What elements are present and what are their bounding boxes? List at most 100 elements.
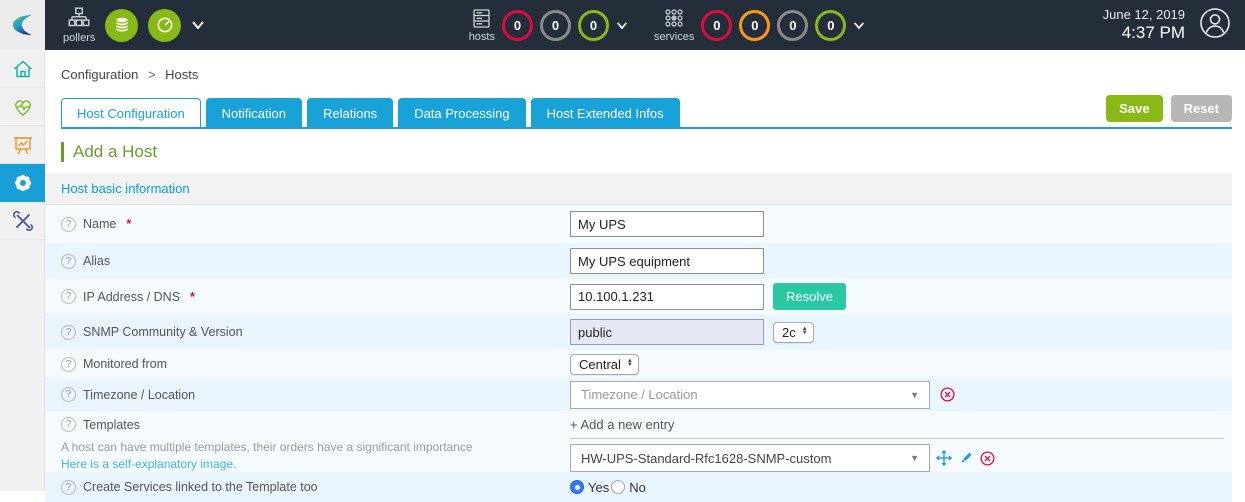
- services-unknown-counter[interactable]: 0: [777, 10, 808, 41]
- hosts-up-counter[interactable]: 0: [578, 10, 609, 41]
- user-icon: [1199, 7, 1231, 39]
- monitored-from-label: Monitored from: [83, 357, 167, 371]
- services-critical-counter[interactable]: 0: [701, 10, 732, 41]
- snmp-version-select[interactable]: 2c ▲▼: [773, 322, 814, 343]
- services-unknown-count: 0: [789, 18, 796, 33]
- main-content: Configuration > Hosts Host Configuration…: [45, 50, 1245, 491]
- required-mark: *: [190, 290, 195, 304]
- poller-chevron-down-icon[interactable]: [191, 20, 205, 30]
- name-input[interactable]: [570, 211, 764, 237]
- help-icon[interactable]: ?: [61, 217, 76, 232]
- centreon-logo[interactable]: [0, 0, 45, 50]
- select-spinner-icon: ▲▼: [627, 360, 633, 367]
- template-select[interactable]: HW-UPS-Standard-Rfc1628-SNMP-custom ▼: [570, 444, 930, 472]
- timezone-clear-icon[interactable]: [939, 386, 956, 403]
- form-row-monitored-from: ? Monitored from Central ▲▼: [45, 350, 1232, 378]
- services-label: services: [654, 31, 694, 43]
- create-services-radio-group: Yes No: [570, 480, 648, 495]
- home-icon: [11, 57, 35, 81]
- hosts-chevron-down-icon[interactable]: [616, 21, 628, 30]
- tab-host-extended-infos[interactable]: Host Extended Infos: [531, 98, 680, 127]
- tab-data-processing[interactable]: Data Processing: [398, 98, 525, 127]
- breadcrumb-configuration[interactable]: Configuration: [61, 67, 138, 82]
- help-icon[interactable]: ?: [61, 417, 76, 432]
- sidebar-item-monitoring[interactable]: [0, 88, 45, 126]
- help-icon[interactable]: ?: [61, 254, 76, 269]
- breadcrumb-separator: >: [148, 67, 156, 82]
- services-warning-counter[interactable]: 0: [739, 10, 770, 41]
- hosts-down-counter[interactable]: 0: [502, 10, 533, 41]
- database-status-button[interactable]: [105, 9, 138, 42]
- hosts-menu[interactable]: hosts: [469, 8, 495, 43]
- sidebar-item-configuration[interactable]: [0, 164, 45, 202]
- help-icon[interactable]: ?: [61, 387, 76, 402]
- current-date: June 12, 2019: [1103, 7, 1185, 22]
- services-ok-counter[interactable]: 0: [815, 10, 846, 41]
- dropdown-arrow-icon: ▼: [910, 390, 919, 400]
- help-icon[interactable]: ?: [61, 480, 76, 495]
- timezone-select[interactable]: Timezone / Location ▼: [570, 381, 930, 409]
- name-label: Name: [83, 217, 116, 231]
- form-row-timezone: ? Timezone / Location Timezone / Locatio…: [45, 378, 1232, 411]
- ip-label: IP Address / DNS: [83, 290, 180, 304]
- top-header: pollers: [0, 0, 1245, 50]
- pollers-label: pollers: [63, 32, 95, 44]
- page-title: Add a Host: [61, 142, 1245, 162]
- gauge-status-button[interactable]: [148, 9, 181, 42]
- template-value: HW-UPS-Standard-Rfc1628-SNMP-custom: [581, 451, 831, 466]
- form-row-ip: ? IP Address / DNS * Resolve: [45, 279, 1232, 314]
- sidebar-item-administration[interactable]: [0, 202, 45, 240]
- template-edit-icon[interactable]: [958, 450, 974, 466]
- required-mark: *: [126, 217, 131, 231]
- tab-notification[interactable]: Notification: [206, 98, 302, 127]
- topbar: pollers: [45, 0, 1245, 50]
- sidebar-item-reporting[interactable]: [0, 126, 45, 164]
- snmp-community-input[interactable]: [570, 319, 764, 345]
- radio-yes-label[interactable]: Yes: [588, 480, 609, 495]
- services-chevron-down-icon[interactable]: [853, 21, 865, 30]
- select-spinner-icon: ▲▼: [802, 328, 808, 335]
- pollers-icon: [66, 7, 92, 31]
- radio-no-label[interactable]: No: [629, 480, 646, 495]
- templates-label: Templates: [83, 418, 140, 432]
- tools-icon: [11, 209, 35, 233]
- hosts-down-count: 0: [514, 18, 521, 33]
- timezone-placeholder: Timezone / Location: [581, 387, 698, 402]
- radio-no[interactable]: [611, 480, 625, 494]
- ip-input[interactable]: [570, 284, 764, 310]
- alias-input[interactable]: [570, 248, 764, 274]
- help-icon[interactable]: ?: [61, 289, 76, 304]
- monitored-from-value: Central: [579, 357, 621, 372]
- pollers-menu[interactable]: pollers: [63, 7, 95, 44]
- hosts-icon: [470, 8, 494, 30]
- radio-yes[interactable]: [570, 480, 584, 494]
- resolve-button[interactable]: Resolve: [773, 283, 846, 310]
- add-template-entry-link[interactable]: + Add a new entry: [570, 417, 1224, 439]
- create-services-label: Create Services linked to the Template t…: [83, 480, 318, 494]
- database-icon: [112, 15, 132, 35]
- form-row-create-services: ? Create Services linked to the Template…: [45, 472, 1232, 502]
- save-button[interactable]: Save: [1106, 95, 1162, 122]
- tab-relations[interactable]: Relations: [307, 98, 393, 127]
- tab-host-configuration[interactable]: Host Configuration: [61, 98, 201, 127]
- alias-label: Alias: [83, 254, 110, 268]
- services-critical-count: 0: [713, 18, 720, 33]
- form-row-name: ? Name *: [45, 205, 1232, 243]
- section-header: Host basic information: [45, 173, 1232, 205]
- reset-button[interactable]: Reset: [1171, 95, 1232, 122]
- help-icon[interactable]: ?: [61, 357, 76, 372]
- sidebar-item-home[interactable]: [0, 50, 45, 88]
- dropdown-arrow-icon: ▼: [910, 453, 919, 463]
- services-menu[interactable]: services: [654, 8, 694, 43]
- breadcrumb-hosts[interactable]: Hosts: [165, 67, 198, 82]
- monitored-from-select[interactable]: Central ▲▼: [570, 354, 639, 375]
- template-move-icon[interactable]: [935, 449, 953, 467]
- templates-example-link[interactable]: Here is a self-explanatory image.: [61, 457, 570, 471]
- user-menu[interactable]: [1199, 7, 1231, 44]
- heart-pulse-icon: [11, 95, 35, 119]
- hosts-status-zone: hosts 0 0 0: [469, 8, 628, 43]
- hosts-up-count: 0: [590, 18, 597, 33]
- help-icon[interactable]: ?: [61, 325, 76, 340]
- hosts-unreachable-counter[interactable]: 0: [540, 10, 571, 41]
- template-delete-icon[interactable]: [979, 450, 996, 467]
